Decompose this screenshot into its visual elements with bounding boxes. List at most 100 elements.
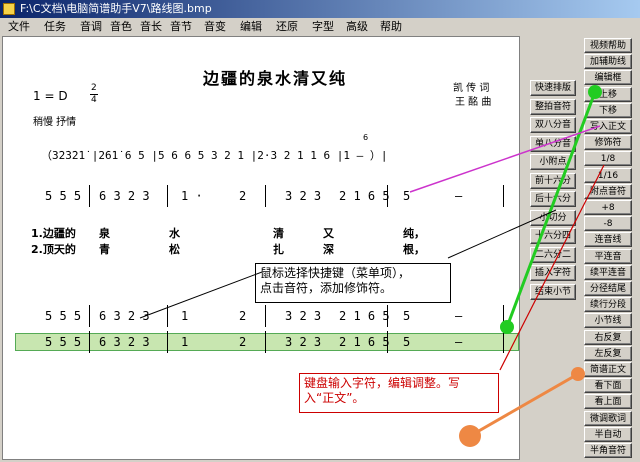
left-panel-button-10[interactable]: 插入字符 <box>530 265 576 281</box>
row2-barline-0 <box>89 185 90 207</box>
row2-note-6[interactable]: 5 <box>403 189 410 203</box>
menu-item-10[interactable]: 高级 <box>346 18 368 36</box>
row3-barline-3 <box>387 305 388 327</box>
row3-note-2[interactable]: 1 <box>181 309 188 323</box>
row2-barline-1 <box>167 185 168 207</box>
right-panel-button-8[interactable]: 1/16 <box>584 167 632 183</box>
row3-note-3[interactable]: 2 <box>239 309 246 323</box>
row2-note-3[interactable]: 2 <box>239 189 246 203</box>
right-panel-button-15[interactable]: 分径结尾 <box>584 281 632 296</box>
row4-note-7[interactable]: — <box>455 335 462 349</box>
menu-item-7[interactable]: 编辑 <box>240 18 262 36</box>
right-panel-button-23[interactable]: 微调歌词 <box>584 410 632 426</box>
row3-barline-0 <box>89 305 90 327</box>
row2-note-4[interactable]: 3 2 3 <box>285 189 321 203</box>
right-panel-button-11[interactable]: -8 <box>584 216 632 232</box>
row2-barline-4 <box>503 185 504 207</box>
lyric1-word-4: 又 <box>323 227 334 240</box>
row4-note-1[interactable]: 6 3 2 3 <box>99 335 150 349</box>
left-panel-button-4[interactable]: 小附点 <box>530 154 576 170</box>
intro-line: （3̇2̇3̇2̇1̇ |2̇6̇1̇ 6 5 |5 6 6 5 3 2 1 |… <box>41 149 388 162</box>
menu-item-8[interactable]: 还原 <box>276 18 298 36</box>
right-panel-button-4[interactable]: 下移 <box>584 102 632 118</box>
row2-note-2[interactable]: 1 · <box>181 189 203 203</box>
row4-note-5[interactable]: 2 1 6 5 <box>339 335 390 349</box>
right-panel-button-14[interactable]: 续平连音 <box>584 264 632 280</box>
app-icon <box>3 3 15 15</box>
row3-note-5[interactable]: 2 1 6 5 <box>339 309 390 323</box>
right-panel-button-22[interactable]: 看上面 <box>584 394 632 410</box>
row3-note-6[interactable]: 5 <box>403 309 410 323</box>
row3-note-0[interactable]: 5 5 5 <box>45 309 81 323</box>
left-panel-button-1[interactable]: 整拍音符 <box>530 98 576 115</box>
tempo-marking: 稍慢 抒情 <box>33 117 77 128</box>
lyric2-word-5: 根， <box>403 243 425 256</box>
menu-item-1[interactable]: 任务 <box>44 18 66 36</box>
row4-note-6[interactable]: 5 <box>403 335 410 349</box>
lyric1-word-3: 清 <box>273 227 284 240</box>
left-panel-button-6[interactable]: 后十六分 <box>530 191 576 207</box>
row2-note-5[interactable]: 2 1 6 5 <box>339 189 390 203</box>
right-panel-button-19[interactable]: 左反复 <box>584 345 632 361</box>
row3-barline-1 <box>167 305 168 327</box>
composer: 王 酩 曲 <box>455 97 492 108</box>
left-panel-button-8[interactable]: 十六分四 <box>530 228 576 244</box>
left-panel-button-2[interactable]: 双八分音 <box>530 117 576 133</box>
row4-barline-3 <box>387 331 388 353</box>
menu-bar: 文件 任务 音调 音色 音长 音节 音变 编辑 还原 字型 高级 帮助 <box>0 18 640 36</box>
mouse-callout-line-2: 点击音符，添加修饰符。 <box>260 281 393 295</box>
right-panel-button-7[interactable]: 1/8 <box>584 151 632 167</box>
menu-item-3[interactable]: 音色 <box>110 18 132 36</box>
right-panel-button-18[interactable]: 右反复 <box>584 329 632 345</box>
row4-barline-0 <box>89 331 90 353</box>
row4-note-3[interactable]: 2 <box>239 335 246 349</box>
row2-note-0[interactable]: 5 5 5 <box>45 189 81 203</box>
row3-note-1[interactable]: 6 3 2 3 <box>99 309 150 323</box>
menu-item-4[interactable]: 音长 <box>140 18 162 36</box>
left-panel-button-0[interactable]: 快速排版 <box>530 80 576 96</box>
menu-item-6[interactable]: 音变 <box>204 18 226 36</box>
right-panel-button-20[interactable]: 简谱正文 <box>584 362 632 377</box>
right-panel-button-5[interactable]: 写入正文 <box>584 119 632 134</box>
right-panel-button-3[interactable]: 上移 <box>584 86 632 102</box>
right-panel-button-10[interactable]: +8 <box>584 200 632 215</box>
row4-note-4[interactable]: 3 2 3 <box>285 335 321 349</box>
right-panel-button-17[interactable]: 小节线 <box>584 313 632 329</box>
menu-item-5[interactable]: 音节 <box>170 18 192 36</box>
right-panel-button-9[interactable]: 附点音符 <box>584 183 632 199</box>
row3-barline-2 <box>265 305 266 327</box>
score-canvas[interactable]: 边疆的泉水清又纯 1 = D 2 4 凯 传 词 王 酩 曲 稍慢 抒情 （3̇… <box>2 36 520 460</box>
right-panel-button-2[interactable]: 编辑框 <box>584 70 632 86</box>
row4-note-2[interactable]: 1 <box>181 335 188 349</box>
menu-item-11[interactable]: 帮助 <box>380 18 402 36</box>
row4-note-0[interactable]: 5 5 5 <box>45 335 81 349</box>
right-panel-button-25[interactable]: 半角音符 <box>584 443 632 458</box>
menu-item-0[interactable]: 文件 <box>8 18 30 36</box>
orange-marker-small <box>571 367 585 381</box>
left-panel-button-7[interactable]: 小切分 <box>530 209 576 226</box>
left-panel-button-11[interactable]: 结束小节 <box>530 283 576 300</box>
left-panel-button-3[interactable]: 单八分音 <box>530 135 576 152</box>
window-title-bar: F:\C文档\电脑简谱助手V7\路线图.bmp <box>0 0 640 18</box>
row2-note-7[interactable]: — <box>455 189 462 203</box>
right-panel-button-21[interactable]: 看下面 <box>584 378 632 394</box>
row3-note-7[interactable]: — <box>455 309 462 323</box>
row3-note-4[interactable]: 3 2 3 <box>285 309 321 323</box>
right-panel-button-16[interactable]: 续行分段 <box>584 297 632 313</box>
right-panel-button-24[interactable]: 半自动 <box>584 426 632 442</box>
row4-barline-1 <box>167 331 168 353</box>
lyric1-word-0: 1.边疆的 <box>31 227 76 240</box>
row2-barline-2 <box>265 185 266 207</box>
right-panel-button-0[interactable]: 视频帮助 <box>584 38 632 53</box>
lyric2-word-4: 深 <box>323 243 334 256</box>
right-panel-button-13[interactable]: 平连音 <box>584 248 632 264</box>
left-panel-button-5[interactable]: 前十六分 <box>530 172 576 189</box>
keyboard-callout: 键盘输入字符，编辑调整。写 入“正文”。 <box>299 373 499 413</box>
right-panel-button-12[interactable]: 连音线 <box>584 232 632 248</box>
row2-note-1[interactable]: 6 3 2 3 <box>99 189 150 203</box>
menu-item-9[interactable]: 字型 <box>312 18 334 36</box>
menu-item-2[interactable]: 音调 <box>80 18 102 36</box>
left-panel-button-9[interactable]: 二六分二 <box>530 246 576 263</box>
right-panel-button-6[interactable]: 修饰符 <box>584 135 632 151</box>
right-panel-button-1[interactable]: 加辅助线 <box>584 54 632 70</box>
